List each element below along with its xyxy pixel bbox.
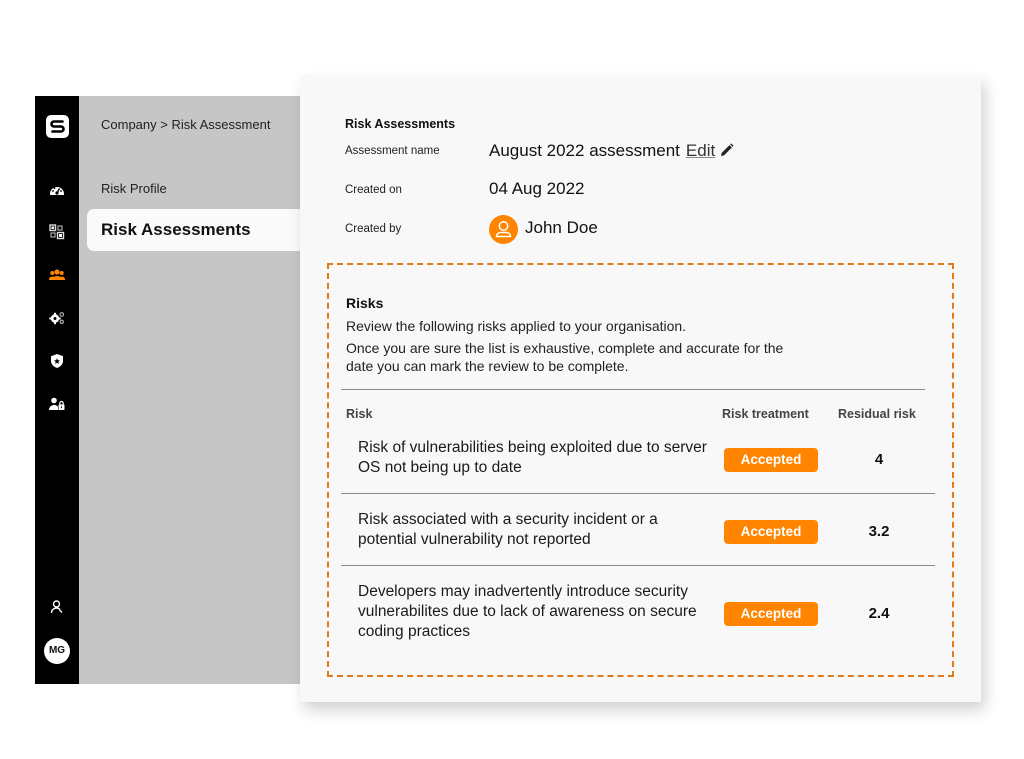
assessment-name-label: Assessment name — [345, 145, 440, 157]
user-lock-icon[interactable] — [49, 396, 65, 412]
nav-item-risk-assessments[interactable]: Risk Assessments — [87, 209, 307, 251]
avatar[interactable]: MG — [44, 638, 70, 664]
created-by-value: John Doe — [525, 218, 598, 237]
assessment-name-value: August 2022 assessment Edit — [489, 141, 734, 163]
assessment-card: Risk Assessments Assessment name August … — [300, 75, 981, 702]
people-icon[interactable] — [49, 267, 65, 283]
risks-panel: Risks Review the following risks applied… — [327, 263, 954, 677]
risks-description-1: Review the following risks applied to yo… — [346, 318, 687, 334]
column-header-residual: Residual risk — [838, 407, 916, 421]
divider — [341, 389, 925, 390]
section-title: Risk Assessments — [345, 117, 456, 131]
risk-text: Developers may inadvertently introduce s… — [358, 583, 697, 640]
row-divider — [341, 565, 935, 566]
risk-text: Risk associated with a security incident… — [358, 511, 658, 548]
treatment-badge[interactable]: Accepted — [724, 448, 818, 472]
integrations-icon[interactable] — [49, 224, 65, 240]
created-on-label: Created on — [345, 184, 402, 196]
treatment-badge[interactable]: Accepted — [724, 602, 818, 626]
user-avatar-icon — [489, 215, 518, 244]
shield-icon[interactable] — [49, 353, 65, 369]
created-on-value: 04 Aug 2022 — [489, 179, 585, 198]
residual-risk-value: 3.2 — [868, 523, 890, 540]
settings-gears-icon[interactable] — [49, 310, 65, 326]
user-icon[interactable] — [49, 599, 65, 615]
treatment-badge[interactable]: Accepted — [724, 520, 818, 544]
icon-rail: MG — [35, 96, 79, 684]
secondary-nav: Company > Risk Assessment Risk Profile R… — [79, 96, 307, 684]
edit-link[interactable]: Edit — [686, 141, 715, 160]
residual-risk-value: 4 — [874, 451, 884, 468]
column-header-risk: Risk — [346, 407, 373, 421]
column-header-treatment: Risk treatment — [722, 407, 809, 421]
assessment-name-text: August 2022 assessment — [489, 141, 680, 160]
dashboard-gauge-icon[interactable] — [49, 182, 65, 198]
row-divider — [341, 493, 935, 494]
breadcrumb[interactable]: Company > Risk Assessment — [101, 117, 270, 132]
nav-item-label: Risk Assessments — [101, 220, 251, 239]
app-logo[interactable] — [46, 115, 69, 138]
pencil-icon[interactable] — [719, 143, 734, 163]
risk-text: Risk of vulnerabilities being exploited … — [358, 439, 707, 476]
risks-description-2: Once you are sure the list is exhaustive… — [346, 340, 784, 374]
created-by-label: Created by — [345, 223, 402, 235]
nav-item-risk-profile[interactable]: Risk Profile — [101, 181, 167, 196]
risks-title: Risks — [346, 295, 384, 311]
residual-risk-value: 2.4 — [868, 605, 890, 622]
